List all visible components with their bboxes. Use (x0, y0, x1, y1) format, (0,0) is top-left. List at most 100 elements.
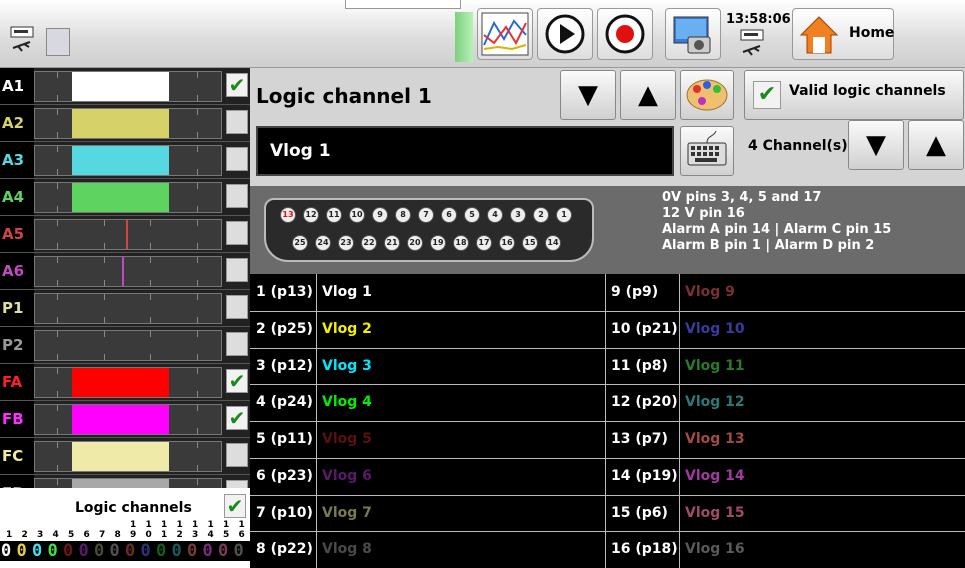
channel-level-bar (34, 293, 222, 324)
channel-row-a5[interactable]: A5 (0, 216, 250, 253)
channel-name-cell[interactable]: Vlog 3 (316, 348, 606, 384)
channel-name-cell[interactable]: Vlog 2 (316, 311, 606, 347)
channel-pin-cell[interactable]: 7 (p10) (250, 495, 316, 531)
logic-channels-checkbox[interactable]: ✔ (224, 494, 246, 518)
connector-pin-info: 0V pins 3, 4, 5 and 17 12 V pin 16 Alarm A… (662, 190, 962, 254)
logic-index: 2 (21, 530, 28, 540)
channel-checkbox[interactable] (226, 443, 248, 467)
channel-checkbox[interactable]: ✔ (226, 406, 248, 430)
channel-name-cell[interactable]: Vlog 6 (316, 458, 606, 494)
channel-name-cell[interactable]: Vlog 16 (679, 531, 965, 567)
channel-checkbox[interactable]: ✔ (226, 369, 248, 393)
logic-index: 2 (176, 530, 183, 540)
channel-pin-cell[interactable]: 4 (p24) (250, 384, 316, 420)
channel-pin-cell[interactable]: 6 (p23) (250, 458, 316, 494)
record-button[interactable] (597, 8, 653, 60)
channel-pin-cell[interactable]: 2 (p25) (250, 311, 316, 347)
logic-state-digit: 0 (78, 541, 89, 561)
count-down-button[interactable]: ▼ (848, 120, 904, 170)
channel-pin-cell[interactable]: 15 (p6) (605, 495, 679, 531)
connector-pin: 6 (441, 207, 457, 223)
channel-row-a1[interactable]: A1 ✔ (0, 68, 250, 105)
channel-name-cell[interactable]: Vlog 8 (316, 531, 606, 567)
channel-pin-cell[interactable]: 14 (p19) (605, 458, 679, 494)
channel-row-a3[interactable]: A3 (0, 142, 250, 179)
keyboard-button[interactable] (680, 126, 734, 176)
color-palette-button[interactable] (680, 70, 734, 120)
down-arrow-icon: ▼ (866, 130, 886, 160)
play-button[interactable] (537, 8, 593, 60)
count-up-button[interactable]: ▲ (908, 120, 964, 170)
channel-up-button[interactable]: ▲ (620, 70, 676, 120)
logic-index: 8 (114, 530, 121, 540)
channel-pin-cell[interactable]: 16 (p18) (605, 531, 679, 567)
logic-state-digit: 0 (171, 541, 182, 561)
channel-name-cell[interactable]: Vlog 12 (679, 384, 965, 420)
channel-name-cell[interactable]: Vlog 5 (316, 421, 606, 457)
channel-pin-cell[interactable]: 11 (p8) (605, 348, 679, 384)
logic-index: 1 (176, 520, 183, 530)
connector-info-line: Alarm B pin 1 | Alarm D pin 2 (662, 238, 875, 253)
channel-level-fill (72, 368, 169, 397)
keyboard-icon (687, 130, 727, 166)
channel-name-cell[interactable]: Vlog 1 (316, 274, 606, 310)
channel-row-a2[interactable]: A2 (0, 105, 250, 142)
channel-row-fb[interactable]: FB ✔ (0, 401, 250, 438)
channel-name-input[interactable]: Vlog 1 (256, 126, 674, 176)
channel-pin-cell[interactable]: 12 (p20) (605, 384, 679, 420)
connector-pin: 15 (522, 235, 538, 251)
valid-logic-label: Valid logic channels (789, 83, 946, 99)
channel-name-cell[interactable]: Vlog 9 (679, 274, 965, 310)
channel-label: FC (0, 438, 34, 474)
channel-checkbox[interactable] (226, 221, 248, 245)
channel-checkbox[interactable] (226, 332, 248, 356)
channel-level-bar (34, 182, 222, 213)
channel-name-cell[interactable]: Vlog 15 (679, 495, 965, 531)
logic-index: 1 (161, 530, 168, 540)
channel-pin-cell[interactable]: 1 (p13) (250, 274, 316, 310)
channel-name-cell[interactable]: Vlog 7 (316, 495, 606, 531)
connector-pin: 12 (303, 207, 319, 223)
home-button[interactable]: Home (792, 8, 894, 60)
channel-down-button[interactable]: ▼ (560, 70, 616, 120)
channel-name-cell[interactable]: Vlog 11 (679, 348, 965, 384)
logic-state-digit: 0 (16, 541, 27, 561)
connector-pin: 4 (487, 207, 503, 223)
channel-pin-cell[interactable]: 13 (p7) (605, 421, 679, 457)
channel-checkbox[interactable] (226, 258, 248, 282)
channel-level-bar (34, 219, 222, 250)
channel-checkbox[interactable] (226, 184, 248, 208)
channel-checkbox[interactable] (226, 147, 248, 171)
grid-divider (250, 457, 965, 459)
channel-row-p1[interactable]: P1 (0, 290, 250, 327)
channel-checkbox[interactable] (226, 110, 248, 134)
channel-row-a4[interactable]: A4 (0, 179, 250, 216)
channel-checkbox[interactable]: ✔ (226, 73, 248, 97)
logic-index: 6 (238, 530, 245, 540)
channel-name-cell[interactable]: Vlog 13 (679, 421, 965, 457)
valid-logic-channels-toggle[interactable]: ✔ Valid logic channels (744, 70, 964, 120)
db25-connector-icon: 13 12 11 10 9 8 7 6 5 4 3 2 1 25 24 23 22 21 20 19 18 17 16 15… (264, 198, 594, 262)
channel-pin-cell[interactable]: 5 (p11) (250, 421, 316, 457)
down-arrow-icon: ▼ (578, 80, 598, 110)
channel-label: A4 (0, 179, 34, 215)
channel-pin-cell[interactable]: 10 (p21) (605, 311, 679, 347)
channel-name-cell[interactable]: Vlog 4 (316, 384, 606, 420)
channel-row-fc[interactable]: FC (0, 438, 250, 475)
channel-row-fa[interactable]: FA ✔ (0, 364, 250, 401)
channel-row-a6[interactable]: A6 (0, 253, 250, 290)
channel-pin-cell[interactable]: 8 (p22) (250, 531, 316, 567)
channel-level-fill (72, 405, 169, 434)
channel-name-cell[interactable]: Vlog 10 (679, 311, 965, 347)
channel-pin-cell[interactable]: 3 (p12) (250, 348, 316, 384)
logic-index: 1 (238, 520, 245, 530)
logic-index: 6 (83, 530, 90, 540)
channel-name-cell[interactable]: Vlog 14 (679, 458, 965, 494)
channel-settings-header: Logic channel 1 ▼ ▲ ✔ Valid logic channe… (250, 68, 965, 186)
trend-view-button[interactable] (477, 8, 533, 60)
connector-pin: 8 (395, 207, 411, 223)
channel-row-p2[interactable]: P2 (0, 327, 250, 364)
channel-checkbox[interactable] (226, 295, 248, 319)
screenshot-button[interactable] (665, 8, 721, 60)
channel-pin-cell[interactable]: 9 (p9) (605, 274, 679, 310)
